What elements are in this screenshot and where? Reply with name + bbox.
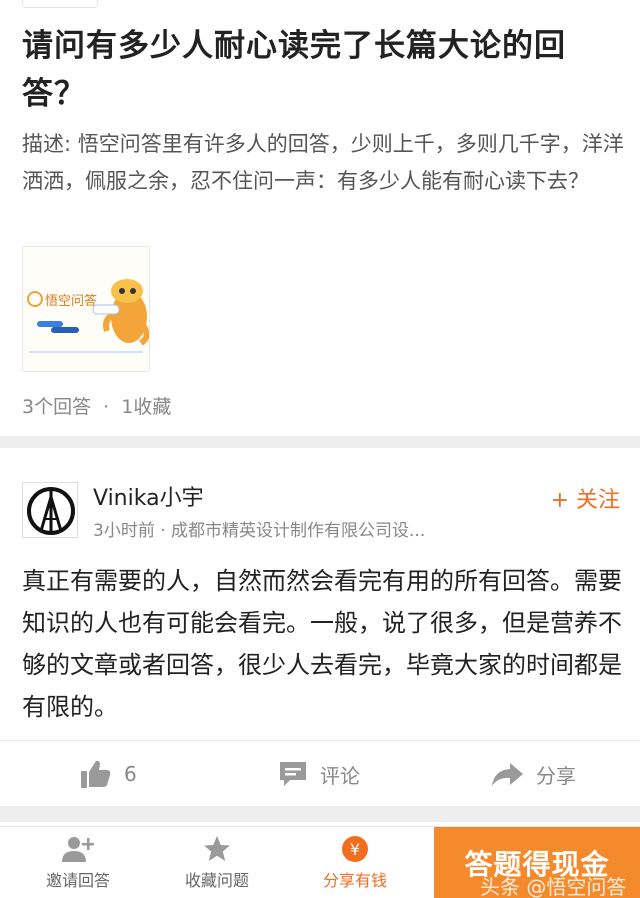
like-count: 6 [124,762,137,786]
tab-label: 分享有钱 [322,871,387,890]
question-meta: 3个回答 · 1收藏 [22,392,171,419]
bottom-bar: 邀请回答 收藏问题 ¥ 分享有钱 答题得现金 头条 @悟空问答 [0,826,640,898]
comment-button[interactable]: 评论 [278,746,360,802]
avatar[interactable] [22,482,78,538]
share-button[interactable]: 分享 [490,746,576,802]
favorites-count: 1收藏 [121,396,172,418]
question-title[interactable]: 请问有多少人耐心读完了长篇大论的回答？ [22,22,622,118]
author-byline: 3小时前 · 成都市精英设计制作有限公司设... [93,521,426,541]
answer-actions: 6 评论 分享 [0,746,640,802]
share-arrow-icon [492,763,523,786]
tab-label: 邀请回答 [45,871,110,890]
peace-eiffel-icon [23,483,77,537]
comment-label: 评论 [320,763,360,788]
add-user-icon [62,837,94,862]
section-divider [0,436,640,448]
meta-dot: · [103,396,110,418]
question-thumbnail[interactable]: 悟空问答 [22,246,150,372]
tab-invite-answer[interactable]: 邀请回答 [8,827,148,898]
question-description: 描述: 悟空问答里有许多人的回答，少则上千，多则几千字，洋洋洒洒，佩服之余，忍不… [22,132,624,193]
tab-share-money[interactable]: ¥ 分享有钱 [285,827,425,898]
actions-divider [0,740,640,741]
previous-card-edge [22,0,98,8]
answers-count: 3个回答 [22,396,92,418]
yen-symbol: ¥ [350,840,360,859]
watermark: 头条 @悟空问答 [480,875,627,898]
section-divider-2 [0,806,640,822]
thumbnail-logo-text: 悟空问答 [45,293,97,309]
comment-icon [280,762,306,786]
like-button[interactable]: 6 [80,746,137,802]
yen-icon: ¥ [342,836,368,862]
thumbs-up-icon [81,760,111,788]
tab-favorite-question[interactable]: 收藏问题 [147,827,287,898]
star-icon [204,836,230,861]
follow-button[interactable]: + 关注 [551,482,620,514]
tab-label: 收藏问题 [184,871,249,890]
author-name[interactable]: Vinika小宇 [93,480,204,512]
answer-content[interactable]: 真正有需要的人，自然而然会看完有用的所有回答。需要知识的人也有可能会看完。一般，… [22,560,626,728]
share-label: 分享 [536,763,576,788]
thumbnail-illustration: 悟空问答 [23,247,149,371]
